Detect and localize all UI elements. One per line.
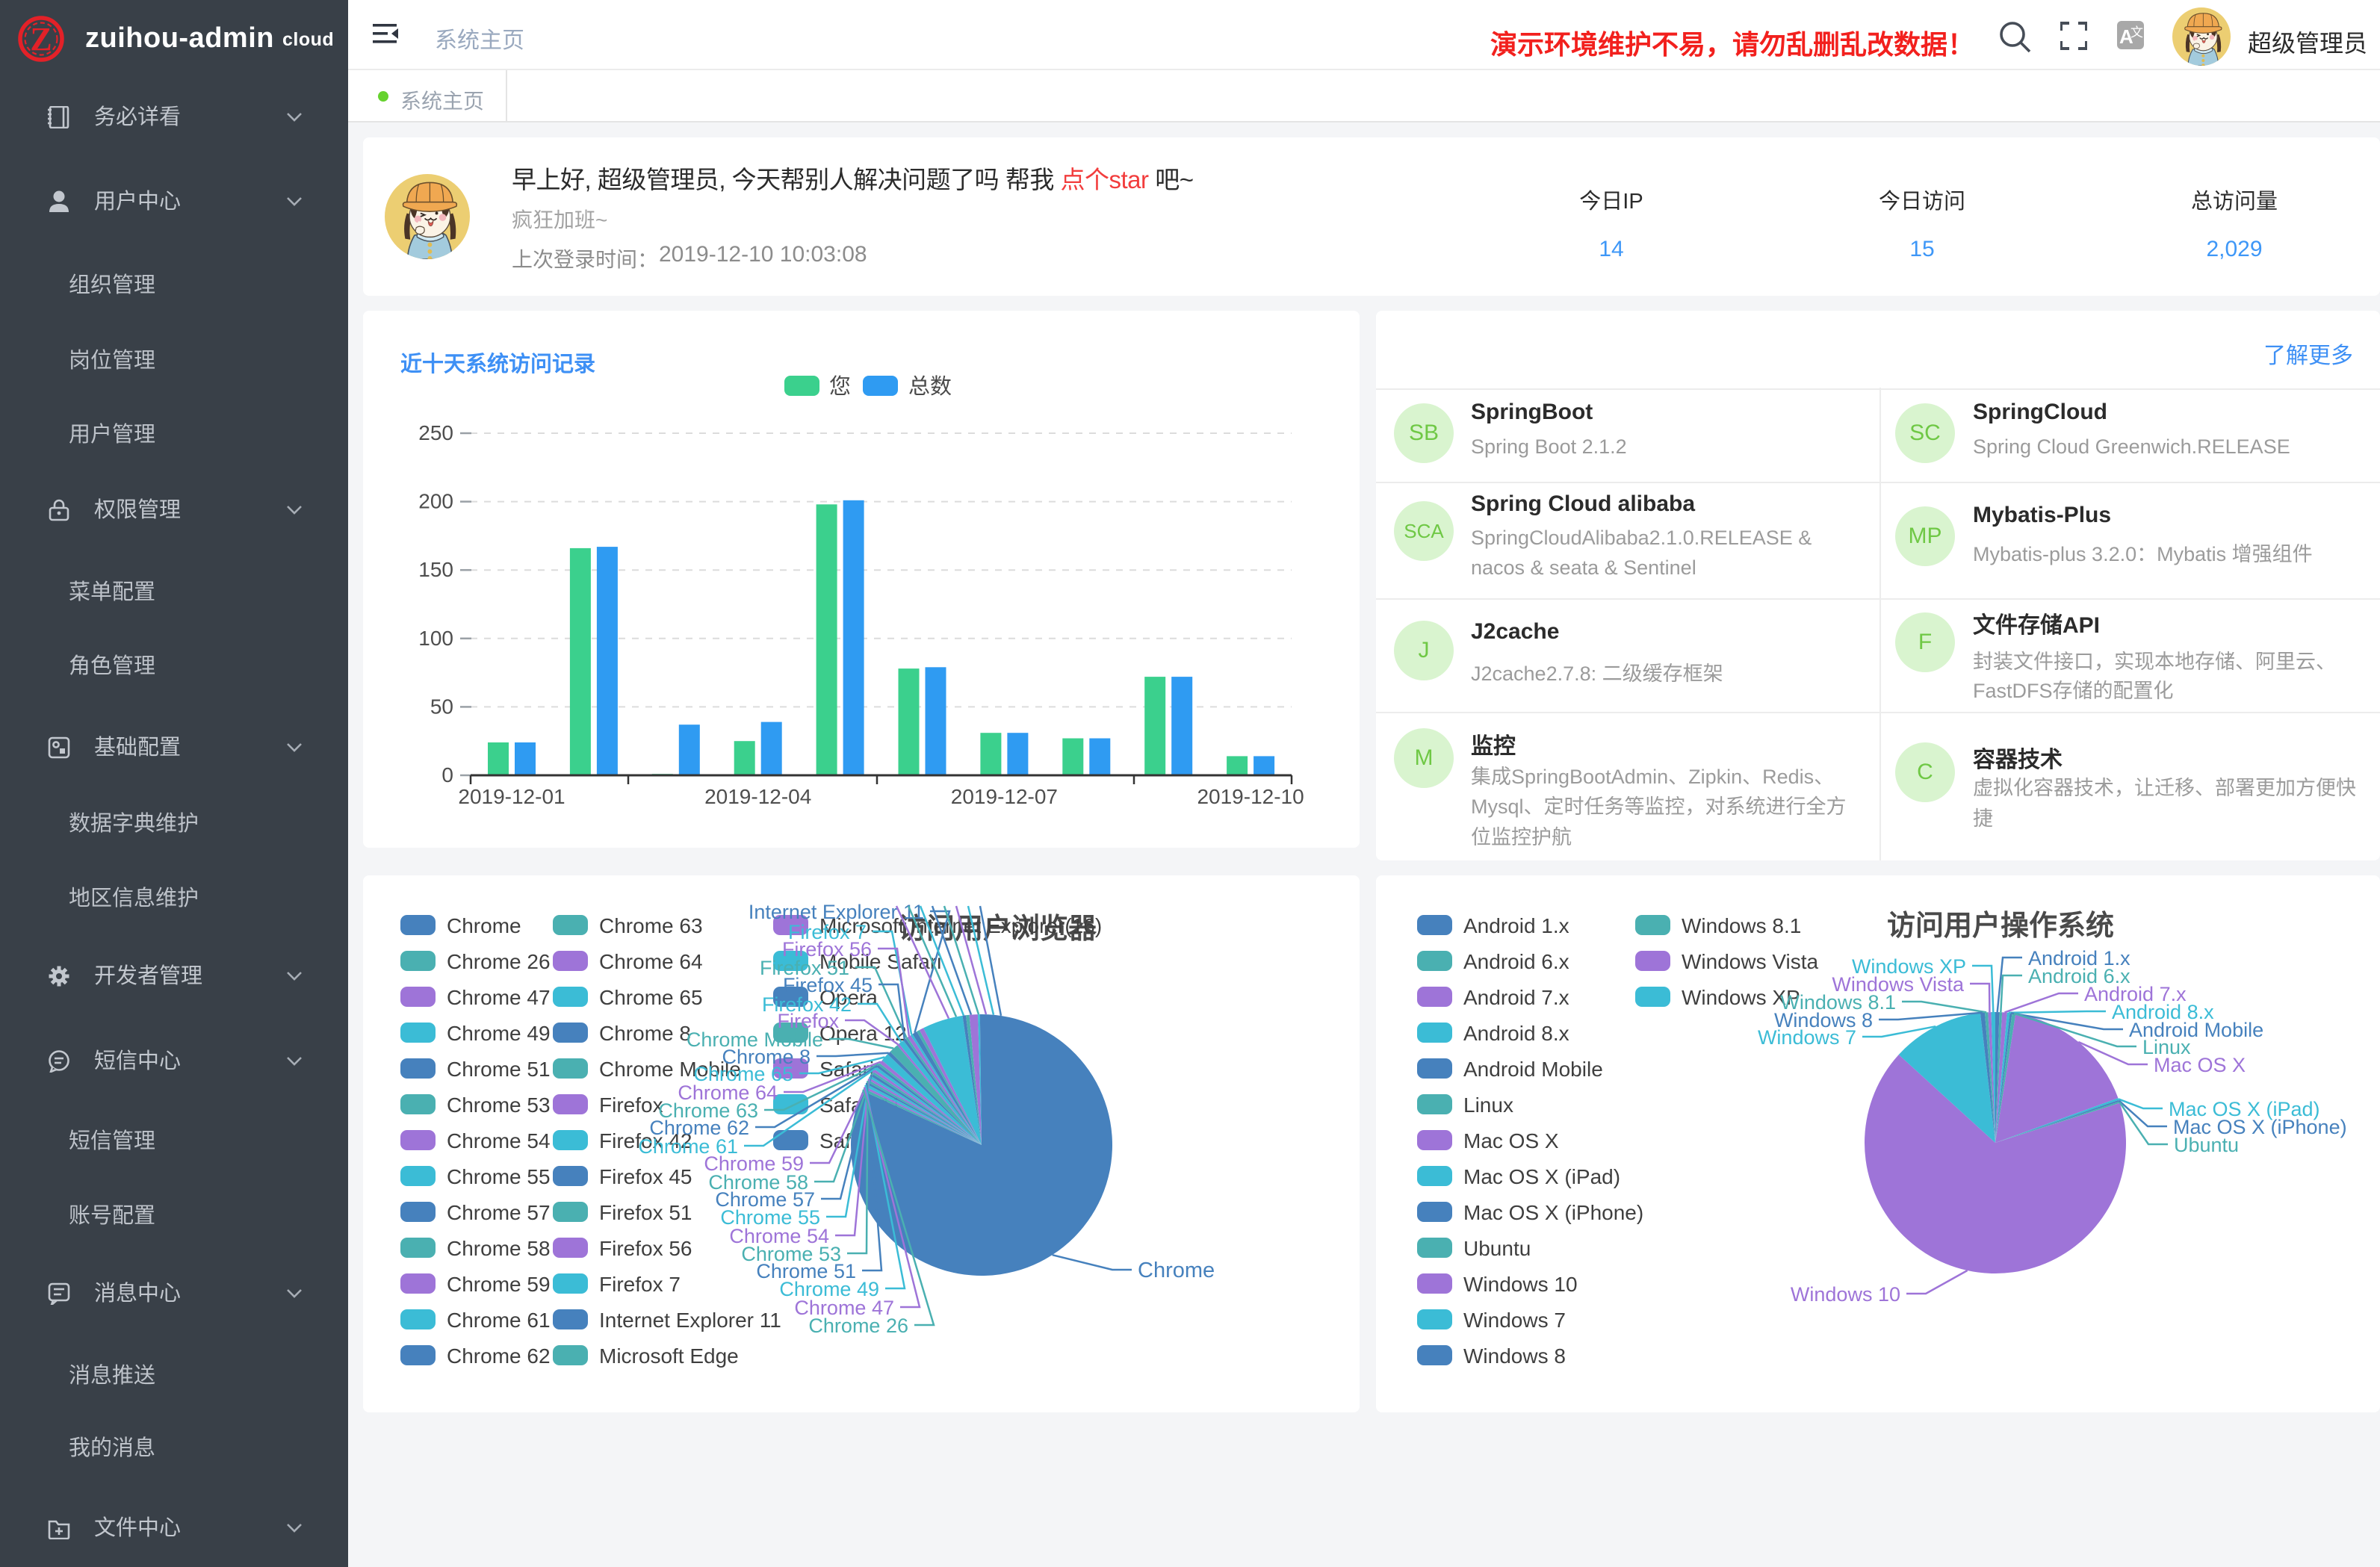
svg-text:Chrome 63: Chrome 63 xyxy=(599,914,703,937)
svg-text:Mac OS X (iPad): Mac OS X (iPad) xyxy=(1463,1165,1620,1188)
svg-text:总数: 总数 xyxy=(908,374,952,399)
svg-text:Android 8.x: Android 8.x xyxy=(1463,1022,1569,1045)
svg-text:Internet Explorer 11: Internet Explorer 11 xyxy=(599,1309,781,1332)
svg-text:Firefox 51: Firefox 51 xyxy=(599,1201,692,1224)
svg-text:访问用户操作系统: 访问用户操作系统 xyxy=(1887,910,2114,942)
svg-text:Firefox 45: Firefox 45 xyxy=(599,1165,692,1188)
svg-text:Windows 8: Windows 8 xyxy=(1463,1344,1566,1368)
svg-text:150: 150 xyxy=(418,558,453,581)
svg-text:Chrome 58: Chrome 58 xyxy=(447,1237,551,1260)
svg-text:Firefox 7: Firefox 7 xyxy=(599,1273,681,1296)
svg-text:Windows 10: Windows 10 xyxy=(1791,1283,1900,1306)
svg-text:2019-12-04: 2019-12-04 xyxy=(704,785,811,808)
svg-text:Microsoft Edge: Microsoft Edge xyxy=(599,1344,739,1368)
svg-text:Chrome 59: Chrome 59 xyxy=(447,1273,551,1296)
svg-text:Windows 7: Windows 7 xyxy=(1463,1309,1566,1332)
svg-text:200: 200 xyxy=(418,490,453,513)
svg-text:Firefox 56: Firefox 56 xyxy=(599,1237,692,1260)
svg-text:Ubuntu: Ubuntu xyxy=(1463,1237,1531,1260)
svg-text:100: 100 xyxy=(418,627,453,650)
svg-text:Android 7.x: Android 7.x xyxy=(1463,986,1569,1009)
svg-text:Android 1.x: Android 1.x xyxy=(1463,914,1569,937)
svg-text:Windows Vista: Windows Vista xyxy=(1682,950,1819,973)
svg-text:Android Mobile: Android Mobile xyxy=(1463,1058,1603,1081)
svg-text:Firefox: Firefox xyxy=(599,1093,663,1117)
svg-text:Mac OS X: Mac OS X xyxy=(2154,1054,2246,1076)
svg-text:Chrome 61: Chrome 61 xyxy=(447,1309,551,1332)
svg-text:Chrome 54: Chrome 54 xyxy=(447,1129,551,1152)
svg-text:Linux: Linux xyxy=(1463,1093,1513,1117)
svg-text:Z: Z xyxy=(30,21,52,58)
svg-text:Chrome 8: Chrome 8 xyxy=(599,1022,691,1045)
svg-text:250: 250 xyxy=(418,421,453,444)
svg-text:Ubuntu: Ubuntu xyxy=(2174,1134,2239,1156)
svg-text:Internet Explorer 11: Internet Explorer 11 xyxy=(749,901,924,923)
svg-text:Windows 8.1: Windows 8.1 xyxy=(1682,914,1801,937)
svg-text:Chrome 26: Chrome 26 xyxy=(447,950,551,973)
svg-text:Mac OS X: Mac OS X xyxy=(1463,1129,1559,1152)
svg-text:Chrome 57: Chrome 57 xyxy=(447,1201,551,1224)
svg-text:Windows 7: Windows 7 xyxy=(1758,1026,1856,1049)
svg-text:Windows 10: Windows 10 xyxy=(1463,1273,1578,1296)
svg-text:2019-12-07: 2019-12-07 xyxy=(951,785,1058,808)
svg-text:Android 6.x: Android 6.x xyxy=(1463,950,1569,973)
svg-text:您: 您 xyxy=(829,374,851,399)
svg-text:0: 0 xyxy=(441,763,453,786)
svg-text:Chrome 53: Chrome 53 xyxy=(447,1093,551,1117)
svg-text:Chrome 49: Chrome 49 xyxy=(447,1022,551,1045)
svg-text:Chrome 64: Chrome 64 xyxy=(599,950,703,973)
svg-text:Chrome 51: Chrome 51 xyxy=(447,1058,551,1081)
svg-text:Chrome 47: Chrome 47 xyxy=(447,986,551,1009)
svg-text:Chrome 62: Chrome 62 xyxy=(447,1344,551,1368)
svg-text:Chrome: Chrome xyxy=(447,914,521,937)
svg-text:Chrome 26: Chrome 26 xyxy=(808,1315,908,1337)
svg-text:50: 50 xyxy=(430,695,453,718)
svg-text:2019-12-10: 2019-12-10 xyxy=(1197,785,1304,808)
svg-text:Chrome 65: Chrome 65 xyxy=(599,986,703,1009)
svg-text:Mac OS X (iPhone): Mac OS X (iPhone) xyxy=(1463,1201,1643,1224)
svg-text:2019-12-01: 2019-12-01 xyxy=(458,785,565,808)
svg-text:Chrome 55: Chrome 55 xyxy=(447,1165,551,1188)
svg-text:Chrome: Chrome xyxy=(1138,1259,1215,1282)
